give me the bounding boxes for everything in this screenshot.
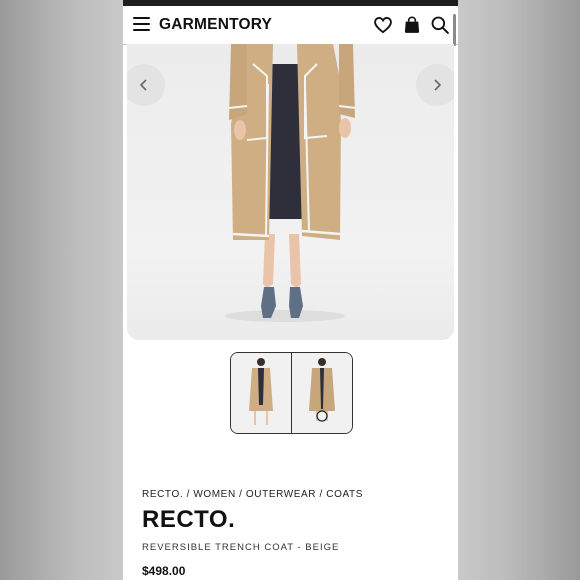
product-name: REVERSIBLE TRENCH COAT - BEIGE <box>142 542 340 553</box>
search-icon[interactable] <box>430 15 450 35</box>
thumbnail-strip <box>230 352 353 434</box>
product-brand[interactable]: RECTO. <box>142 506 235 534</box>
background-left <box>0 0 123 580</box>
site-logo[interactable]: GARMENTORY <box>159 16 272 34</box>
thumbnail-2[interactable] <box>292 353 352 433</box>
bag-icon[interactable] <box>402 15 422 35</box>
model-in-coat-image <box>225 44 357 322</box>
background-right <box>458 0 580 580</box>
heart-icon[interactable] <box>373 15 393 35</box>
mobile-page: GARMENTORY RECTO. / WOMEN / OUTERWEAR / … <box>123 0 458 580</box>
thumbnail-1[interactable] <box>231 353 292 433</box>
product-price: $498.00 <box>142 564 186 578</box>
menu-icon[interactable] <box>133 17 150 31</box>
breadcrumb[interactable]: RECTO. / WOMEN / OUTERWEAR / COATS <box>142 489 363 500</box>
chevron-right-icon <box>434 79 442 91</box>
next-image-button[interactable] <box>416 64 454 106</box>
scrollbar-thumb[interactable] <box>453 14 456 46</box>
site-header: GARMENTORY <box>123 6 458 46</box>
product-main-image[interactable] <box>127 44 454 340</box>
chevron-left-icon <box>139 79 147 91</box>
